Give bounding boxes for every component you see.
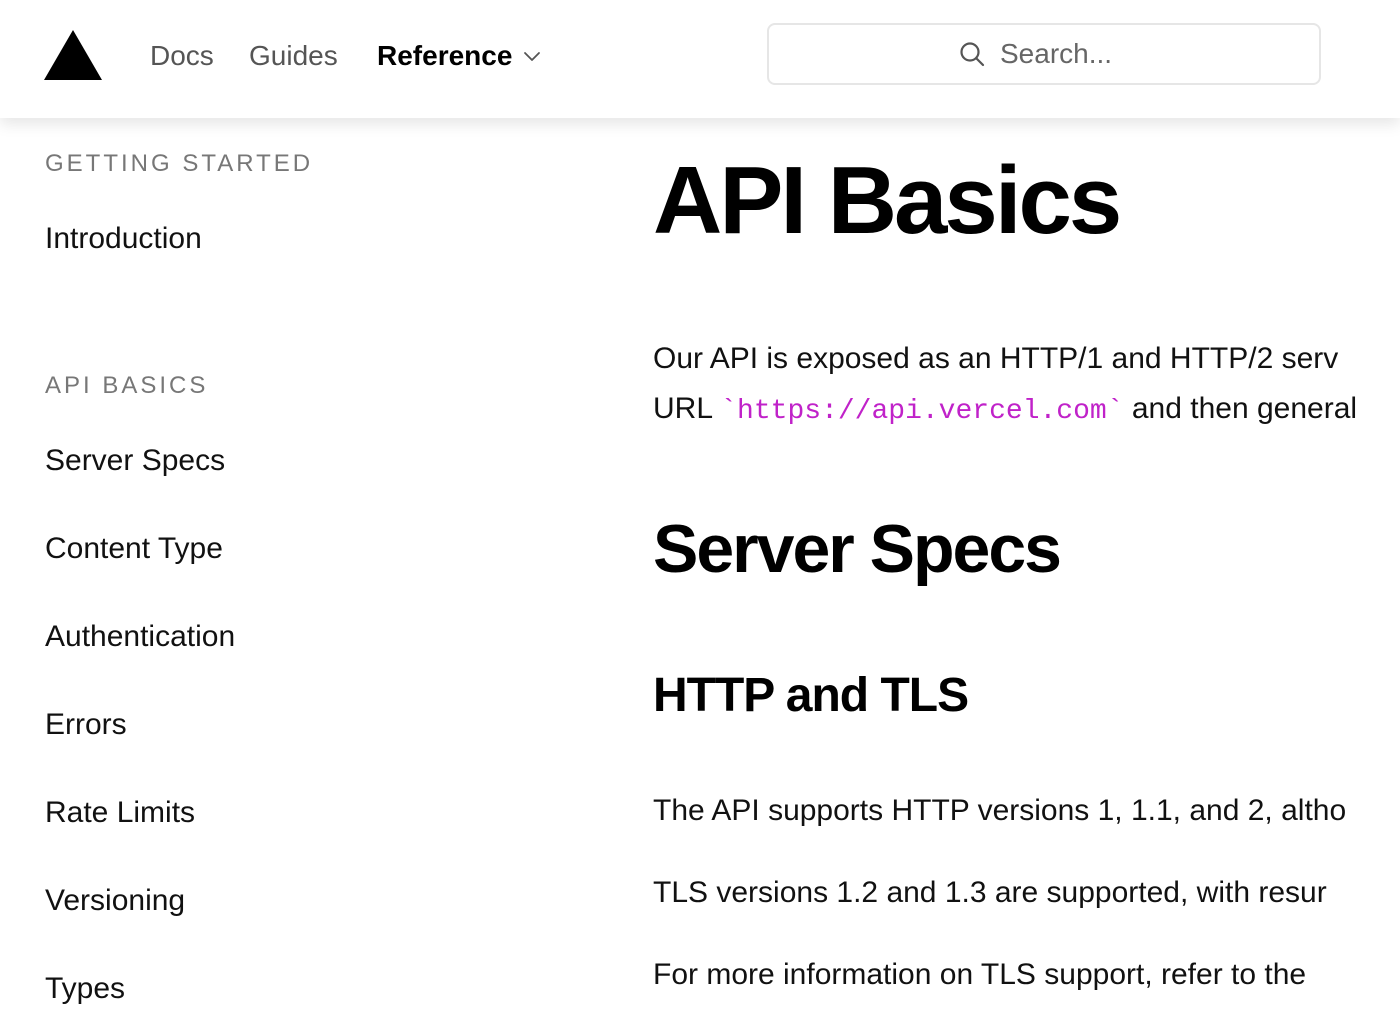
sidebar-item-server-specs[interactable]: Server Specs — [45, 444, 225, 478]
main-content: API Basics Our API is exposed as an HTTP… — [653, 118, 1400, 1032]
nav-reference-dropdown[interactable]: Reference — [377, 38, 542, 74]
subsection-heading-http-tls: HTTP and TLS — [653, 669, 969, 722]
sidebar-item-content-type[interactable]: Content Type — [45, 532, 223, 566]
intro-line-2-suffix: and then general — [1123, 392, 1358, 425]
search-input[interactable] — [1000, 38, 1130, 70]
sidebar-item-errors[interactable]: Errors — [45, 708, 127, 742]
sidebar-item-rate-limits[interactable]: Rate Limits — [45, 796, 195, 830]
intro-line-1: Our API is exposed as an HTTP/1 and HTTP… — [653, 342, 1339, 375]
search-icon — [960, 42, 985, 67]
nav-docs-link[interactable]: Docs — [150, 38, 214, 74]
chevron-down-icon — [524, 52, 541, 61]
sidebar-item-versioning[interactable]: Versioning — [45, 884, 185, 918]
intro-line-2-prefix: URL — [653, 392, 721, 425]
sidebar-section-title-getting-started: GETTING STARTED — [45, 150, 314, 177]
sidebar-item-types[interactable]: Types — [45, 972, 125, 1006]
api-url-code: `https://api.vercel.com` — [720, 396, 1124, 427]
sidebar-item-introduction[interactable]: Introduction — [45, 222, 202, 256]
tls-more-info-paragraph: For more information on TLS support, ref… — [653, 958, 1307, 991]
nav-reference-label: Reference — [377, 40, 513, 71]
http-versions-paragraph: The API supports HTTP versions 1, 1.1, a… — [653, 794, 1347, 827]
sidebar-section-title-api-basics: API BASICS — [45, 372, 209, 399]
sidebar-item-authentication[interactable]: Authentication — [45, 620, 235, 654]
sidebar: GETTING STARTED Introduction API BASICS … — [0, 118, 600, 1032]
section-heading-server-specs: Server Specs — [653, 511, 1062, 587]
intro-line-2: URL `https://api.vercel.com` and then ge… — [653, 384, 1357, 437]
search-box[interactable] — [767, 23, 1321, 85]
nav-guides-link[interactable]: Guides — [249, 38, 338, 74]
triangle-logo-icon[interactable] — [44, 30, 102, 80]
tls-versions-paragraph: TLS versions 1.2 and 1.3 are supported, … — [653, 876, 1327, 909]
top-header: Docs Guides Reference — [0, 0, 1400, 118]
page-title: API Basics — [653, 147, 1122, 254]
intro-paragraph: Our API is exposed as an HTTP/1 and HTTP… — [653, 334, 1357, 437]
